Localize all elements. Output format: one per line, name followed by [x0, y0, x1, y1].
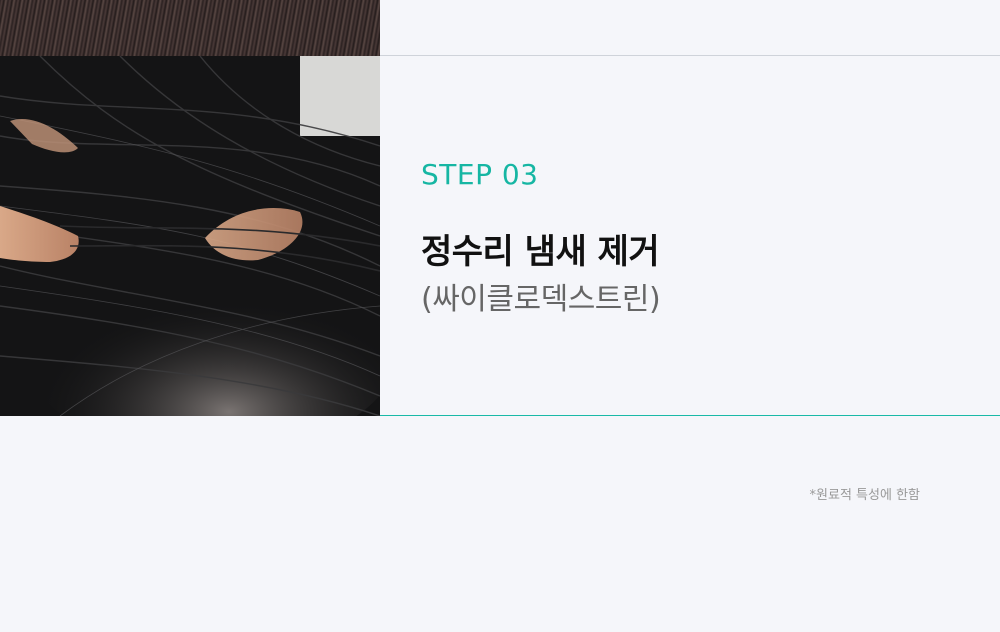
- scalp-hair-photo: [0, 56, 380, 416]
- accent-divider: [380, 415, 1000, 416]
- ingredient-subtitle: (싸이클로덱스트린): [421, 282, 661, 317]
- footnote: *원료적 특성에 한함: [809, 488, 920, 503]
- page-title: 정수리 냄새 제거: [421, 232, 660, 272]
- hair-texture-photo: [0, 0, 380, 56]
- step-label: STEP 03: [421, 158, 539, 191]
